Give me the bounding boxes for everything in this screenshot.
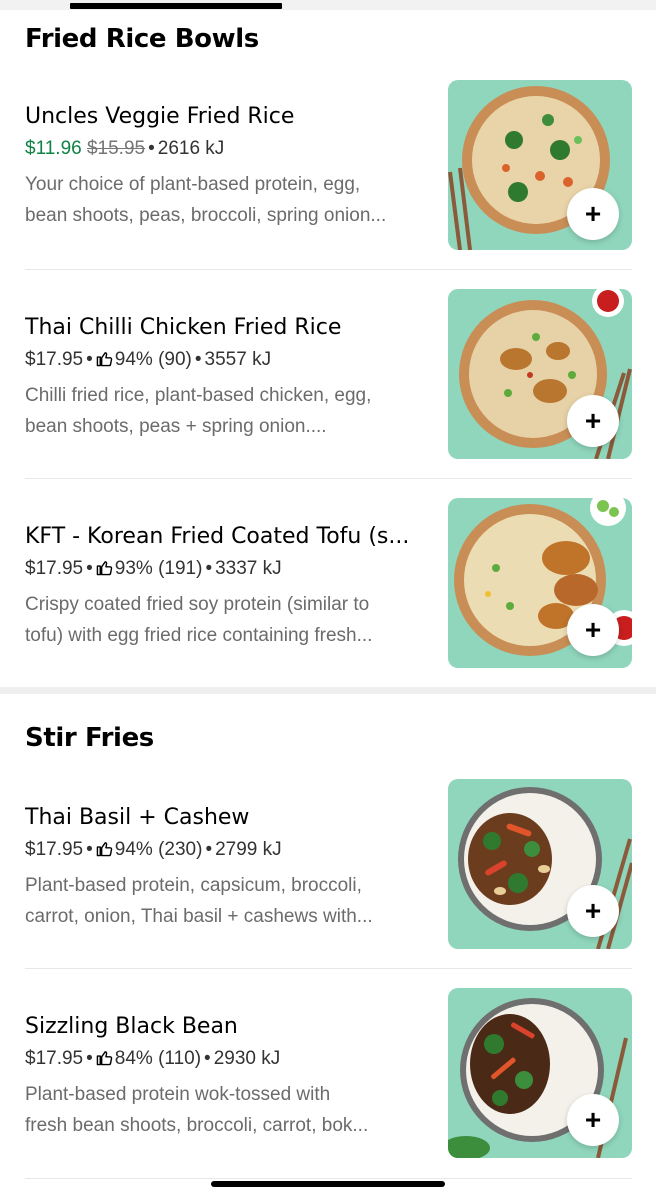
rating: 93% (191) <box>114 558 203 579</box>
section-title-stir-fries: Stir Fries <box>25 723 154 753</box>
energy: 2930 kJ <box>213 1048 281 1069</box>
item-description: Crispy coated fried soy protein (similar… <box>25 589 437 651</box>
rating: 84% (110) <box>114 1048 202 1069</box>
description-line: Crispy coated fried soy protein (similar… <box>25 594 370 615</box>
section-title-fried-rice-bowls: Fried Rice Bowls <box>25 24 259 54</box>
item-description: Plant-based protein wok-tossed with fres… <box>25 1079 437 1141</box>
separator-dot: • <box>86 839 93 860</box>
item-description: Plant-based protein, capsicum, broccoli,… <box>25 870 437 932</box>
sale-price: $11.96 <box>25 138 82 159</box>
item-meta: $17.95 • 94% (230) • 2799 kJ <box>25 839 437 861</box>
item-name: KFT - Korean Fried Coated Tofu (s... <box>25 524 410 549</box>
item-description: Your choice of plant-based protein, egg,… <box>25 169 437 231</box>
item-divider <box>25 968 632 969</box>
item-meta: $17.95 • 84% (110) • 2930 kJ <box>25 1048 437 1070</box>
separator-dot: • <box>86 349 93 370</box>
energy: 2799 kJ <box>215 839 282 860</box>
section-divider <box>0 687 656 694</box>
energy: 3557 kJ <box>204 349 272 370</box>
item-meta: $11.96 $15.95 • 2616 kJ <box>25 138 437 160</box>
description-line: tofu) with egg fried rice containing fre… <box>25 625 373 646</box>
price: $17.95 <box>25 349 84 370</box>
menu-item-thai-basil-cashew[interactable]: Thai Basil + Cashew $17.95 • 94% (230) • 279… <box>0 771 656 980</box>
add-to-cart-button[interactable]: + <box>567 604 619 656</box>
add-to-cart-button[interactable]: + <box>567 885 619 937</box>
add-to-cart-button[interactable]: + <box>567 1094 619 1146</box>
item-name: Thai Basil + Cashew <box>25 805 250 830</box>
description-line: bean shoots, peas, broccoli, spring onio… <box>25 205 387 226</box>
rating: 94% (230) <box>114 839 203 860</box>
item-name: Thai Chilli Chicken Fried Rice <box>25 315 342 340</box>
separator-dot: • <box>148 138 155 159</box>
add-to-cart-button[interactable]: + <box>567 395 619 447</box>
thumbs-up-icon <box>96 352 113 367</box>
separator-dot: • <box>204 1048 211 1069</box>
item-name: Uncles Veggie Fried Rice <box>25 104 295 129</box>
menu-item-thai-chilli-chicken-fried-rice[interactable]: Thai Chilli Chicken Fried Rice $17.95 • 94… <box>0 281 656 490</box>
thumbs-up-icon <box>96 561 113 576</box>
price: $17.95 <box>25 839 84 860</box>
thumbs-up-icon <box>96 1051 113 1066</box>
separator-dot: • <box>86 558 93 579</box>
description-line: Your choice of plant-based protein, egg, <box>25 174 361 195</box>
original-price: $15.95 <box>86 138 146 159</box>
active-tab-indicator <box>70 3 282 9</box>
rating: 94% (90) <box>114 349 192 370</box>
description-line: bean shoots, peas + spring onion.... <box>25 416 327 437</box>
description-line: Plant-based protein, capsicum, broccoli, <box>25 875 362 896</box>
add-to-cart-button[interactable]: + <box>567 188 619 240</box>
separator-dot: • <box>194 349 202 370</box>
separator-dot: • <box>205 839 213 860</box>
item-divider <box>25 478 632 479</box>
energy: 2616 kJ <box>157 138 225 159</box>
thumbs-up-icon <box>96 842 113 857</box>
menu-item-kft-korean-fried-coated-tofu[interactable]: KFT - Korean Fried Coated Tofu (s... $17… <box>0 490 656 699</box>
item-divider <box>25 269 632 270</box>
price: $17.95 <box>25 1048 84 1069</box>
item-meta: $17.95 • 93% (191) • 3337 kJ <box>25 558 437 580</box>
description-line: carrot, onion, Thai basil + cashews with… <box>25 906 373 927</box>
menu-item-uncles-veggie-fried-rice[interactable]: Uncles Veggie Fried Rice $11.96 $15.95 • 2… <box>0 70 656 279</box>
description-line: Chilli fried rice, plant-based chicken, … <box>25 385 372 406</box>
separator-dot: • <box>86 1048 93 1069</box>
item-name: Sizzling Black Bean <box>25 1014 238 1039</box>
item-divider <box>25 1178 632 1179</box>
description-line: fresh bean shoots, broccoli, carrot, bok… <box>25 1115 369 1136</box>
home-indicator <box>211 1181 445 1187</box>
price: $17.95 <box>25 558 84 579</box>
energy: 3337 kJ <box>215 558 282 579</box>
description-line: Plant-based protein wok-tossed with <box>25 1084 331 1105</box>
item-description: Chilli fried rice, plant-based chicken, … <box>25 380 437 442</box>
item-meta: $17.95 • 94% (90) • 3557 kJ <box>25 349 437 371</box>
menu-item-sizzling-black-bean[interactable]: Sizzling Black Bean $17.95 • 84% (110) • 293… <box>0 980 656 1189</box>
separator-dot: • <box>205 558 213 579</box>
